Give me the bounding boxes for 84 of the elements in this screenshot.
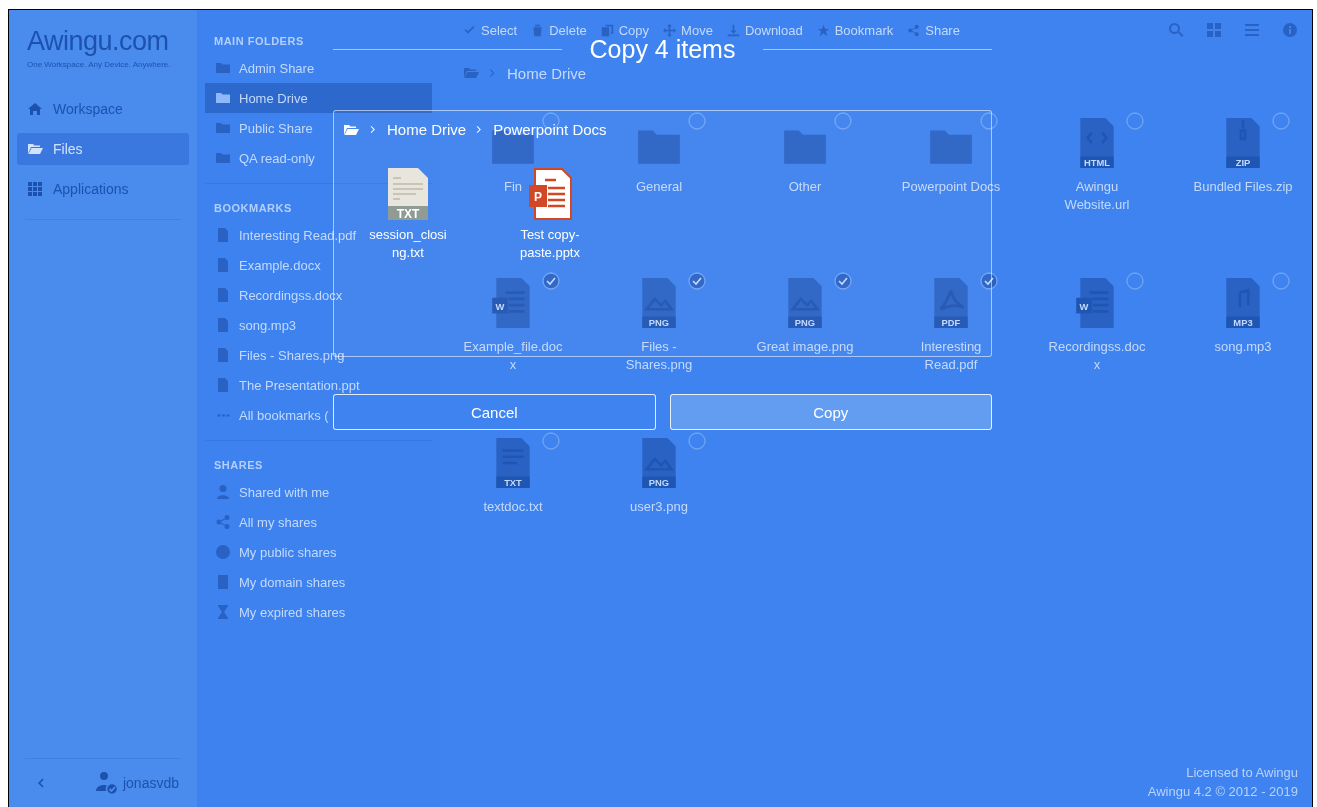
copy-icon [600,23,614,37]
share-icon [215,514,231,530]
select-circle-icon[interactable] [688,272,706,290]
file-name[interactable]: Test copy-paste.pptx [509,226,591,262]
file-name: General [635,178,683,196]
grid-view-icon[interactable] [1206,22,1222,38]
folder-list-item[interactable]: Shared with me [205,477,330,507]
folder-icon [215,60,231,76]
text-file-icon: TXT [386,168,430,220]
grid-icon [27,181,43,197]
toolbar-button[interactable]: Select [463,22,518,38]
file-name: Fin [503,178,523,196]
toolbar-button[interactable]: Share [907,22,960,38]
select-circle-icon[interactable] [980,272,998,290]
select-circle-icon[interactable] [542,272,560,290]
breadcrumb-link[interactable]: Home Drive [387,121,467,138]
folder-list-item[interactable]: My expired shares [205,597,346,627]
person-icon [215,484,231,500]
section-heading: BOOKMARKS [213,201,293,216]
document-icon [215,317,231,333]
folder-icon [215,120,231,136]
file-name: Great image.png [756,338,854,356]
folder-list-item[interactable]: All bookmarks ( [205,400,329,430]
folder-list-item[interactable]: song.mp3 [205,310,297,340]
breadcrumb-link[interactable]: Home Drive [507,64,587,82]
document-icon [215,227,231,243]
cancel-button[interactable]: Cancel [333,394,656,430]
select-circle-icon[interactable] [834,272,852,290]
nav-item[interactable]: Workspace [17,93,189,125]
file-name: Awingu Website.url [1063,178,1131,214]
toolbar-button[interactable]: Download [726,22,803,38]
license-text: Licensed to Awingu [1185,764,1298,782]
section-heading: SHARES [213,458,264,473]
folder-icon[interactable] [463,65,479,81]
info-icon[interactable] [1282,22,1298,38]
share-icon [907,23,921,37]
folder-list-item[interactable]: Home Drive [205,83,432,113]
file-name: Recordingss.docx [1047,338,1147,374]
document-icon [215,377,231,393]
username: jonasvdb [122,775,179,791]
folder-list-item[interactable]: Admin Share [205,53,315,83]
file-name: song.mp3 [1214,338,1272,356]
folder-list-item[interactable]: Files - Shares.png [205,340,345,370]
document-icon [215,287,231,303]
version-text: Awingu 4.2 © 2012 - 2019 [1147,783,1298,801]
search-icon[interactable] [1168,22,1184,38]
file-name: user3.png [630,498,688,516]
folder-list-item[interactable]: QA read-only [205,143,315,173]
folder-icon [27,141,43,157]
folder-icon [215,90,231,106]
folder-list-item[interactable]: Public Share [205,113,313,143]
file-name[interactable]: session_closing.txt [367,226,449,262]
trash-icon [531,23,545,37]
dots-icon [216,413,230,417]
file-name: Interesting Read.pdf [919,338,983,374]
toolbar-button[interactable]: Delete [531,22,587,38]
folder-list-item[interactable]: All my shares [205,507,318,537]
section-heading: MAIN FOLDERS [213,34,305,49]
toolbar-button[interactable]: Move [663,22,713,38]
logo: Awingu.com [27,26,170,57]
file-name: Example_file.docx [463,338,563,374]
file-name: Files - Shares.png [624,338,694,374]
folder-list-item[interactable]: My domain shares [205,567,346,597]
file-name: Other [788,178,822,196]
home-icon [27,101,43,117]
breadcrumb-link[interactable]: Powerpoint Docs [493,121,607,138]
folder-icon [215,150,231,166]
move-icon [663,23,677,37]
file-name: textdoc.txt [483,498,543,516]
list-view-icon[interactable] [1244,22,1260,38]
folder-list-item[interactable]: Example.docx [205,250,321,280]
hourglass-icon [215,604,231,620]
star-icon [816,23,830,37]
document-icon [215,347,231,363]
file-name: Bundled Files.zip [1193,178,1293,196]
download-icon [726,23,740,37]
nav-item[interactable]: Files [17,133,189,165]
document-icon [215,257,231,273]
toolbar-button[interactable]: Bookmark [816,22,894,38]
copy-button[interactable]: Copy [669,394,992,430]
nav-item[interactable]: Applications [17,173,189,205]
user-avatar-icon [94,771,119,795]
folder-list-item[interactable]: My public shares [205,537,337,567]
select-circle-icon[interactable] [980,112,998,130]
